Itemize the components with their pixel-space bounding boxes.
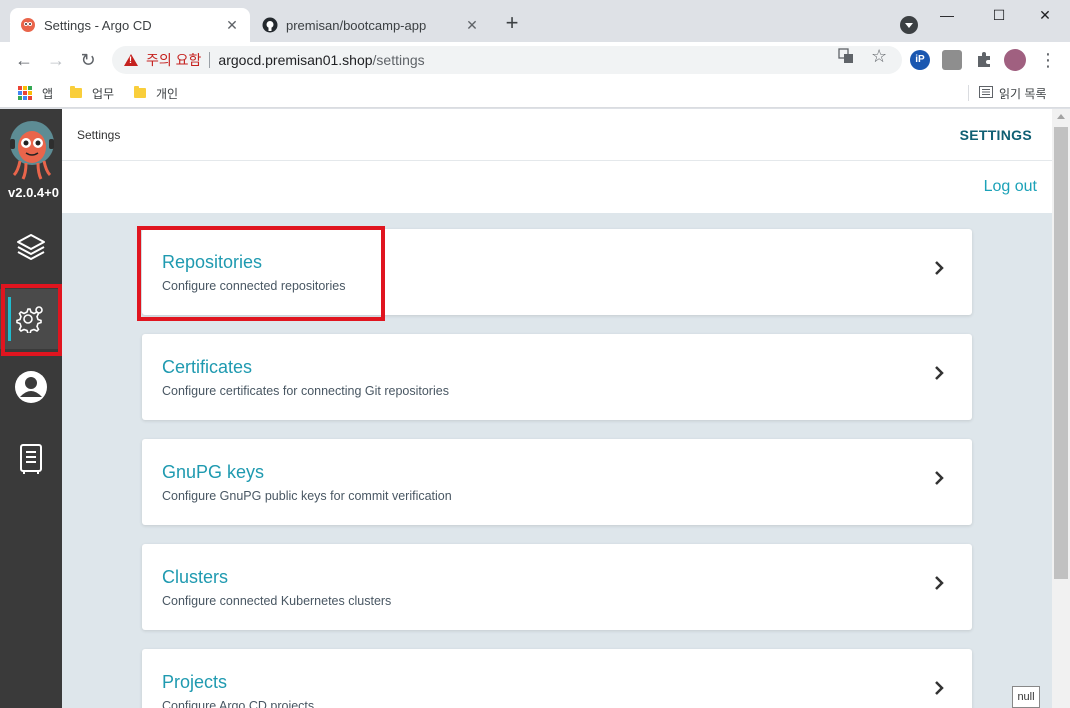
bookmark-folder-personal[interactable]: 개인: [134, 84, 178, 102]
argo-sidebar: v2.0.4+0: [0, 109, 62, 708]
tab-search-icon[interactable]: [900, 16, 918, 34]
top-bar: Settings SETTINGS: [62, 109, 1052, 161]
card-description: Configure GnuPG public keys for commit v…: [162, 489, 452, 503]
bookmark-label: 앱: [42, 86, 54, 101]
action-bar: Log out: [62, 161, 1052, 213]
tab-strip: Settings - Argo CD ✕ premisan/bootcamp-a…: [0, 0, 1070, 42]
page-scrollbar[interactable]: [1052, 109, 1070, 708]
settings-card-certificates[interactable]: Certificates Configure certificates for …: [142, 334, 972, 420]
scroll-thumb[interactable]: [1054, 127, 1068, 579]
nav-user-info[interactable]: [0, 359, 62, 419]
page-title: SETTINGS: [959, 127, 1032, 143]
card-description: Configure certificates for connecting Gi…: [162, 384, 449, 398]
address-bar[interactable]: 주의 요함 argocd.premisan01.shop/settings: [112, 46, 902, 74]
browser-window: Settings - Argo CD ✕ premisan/bootcamp-a…: [0, 0, 1070, 708]
bookmark-apps[interactable]: 앱: [18, 84, 53, 102]
reload-button[interactable]: ↻: [76, 48, 100, 72]
chevron-right-icon: [935, 681, 944, 695]
card-title: Certificates: [162, 357, 253, 377]
settings-card-gnupg-keys[interactable]: GnuPG keys Configure GnuPG public keys f…: [142, 439, 972, 525]
chevron-right-icon: [935, 261, 944, 275]
layers-icon: [15, 231, 47, 268]
nav-applications[interactable]: [0, 219, 62, 279]
chevron-right-icon: [935, 366, 944, 380]
card-description: Configure connected Kubernetes clusters: [162, 594, 392, 608]
card-title: Projects: [162, 672, 228, 692]
folder-icon: [70, 86, 82, 98]
settings-card-clusters[interactable]: Clusters Configure connected Kubernetes …: [142, 544, 972, 630]
scroll-up-icon[interactable]: [1057, 114, 1065, 119]
divider: [968, 85, 969, 101]
tab-title: premisan/bootcamp-app: [286, 17, 427, 33]
logout-link[interactable]: Log out: [984, 178, 1037, 196]
close-tab-icon[interactable]: ✕: [224, 17, 240, 33]
close-window-button[interactable]: ✕: [1022, 4, 1068, 26]
url-host[interactable]: argocd.premisan01.shop: [218, 52, 372, 68]
highlight-box-settings-nav: [1, 284, 62, 356]
null-badge: null: [1012, 686, 1040, 708]
ip-extension-icon[interactable]: iP: [910, 50, 930, 70]
apps-grid-icon: [18, 86, 32, 100]
github-icon: [262, 17, 278, 33]
nav-documentation[interactable]: [0, 431, 62, 491]
close-tab-icon[interactable]: ✕: [464, 17, 480, 33]
reading-list-label: 읽기 목록: [999, 86, 1047, 101]
folder-icon: [134, 86, 146, 98]
argo-main: Settings SETTINGS Log out Repositories C…: [62, 109, 1052, 708]
argo-logo[interactable]: [8, 121, 56, 181]
minimize-button[interactable]: —: [924, 4, 970, 26]
bookmark-label: 업무: [92, 86, 115, 101]
bookmark-folder-work[interactable]: 업무: [70, 84, 114, 102]
reading-list-button[interactable]: 읽기 목록: [968, 84, 1047, 102]
chevron-right-icon: [935, 576, 944, 590]
puzzle-icon[interactable]: [974, 50, 994, 70]
page-viewport: v2.0.4+0 Settings SETTINGS Log out Repos…: [0, 109, 1070, 708]
argo-version: v2.0.4+0: [8, 185, 59, 200]
bookmark-star-icon[interactable]: ☆: [871, 47, 887, 65]
reading-list-icon: [979, 85, 993, 101]
browser-toolbar: ← → ↻ 주의 요함 argocd.premisan01.shop/setti…: [0, 42, 1070, 78]
docs-icon: [18, 443, 44, 480]
translate-icon[interactable]: [838, 48, 854, 64]
chrome-menu-icon[interactable]: ⋮: [1036, 48, 1060, 72]
warning-icon[interactable]: [124, 54, 138, 66]
card-title: Clusters: [162, 567, 229, 587]
back-button[interactable]: ←: [12, 48, 36, 72]
user-icon: [14, 370, 48, 409]
profile-extension-icon[interactable]: [942, 50, 962, 70]
card-title: GnuPG keys: [162, 462, 265, 482]
tab-github[interactable]: premisan/bootcamp-app ✕: [252, 8, 490, 42]
card-description: Configure Argo CD projects: [162, 699, 315, 708]
divider: [209, 52, 211, 68]
settings-card-projects[interactable]: Projects Configure Argo CD projects: [142, 649, 972, 708]
tab-argo-settings[interactable]: Settings - Argo CD ✕: [10, 8, 250, 42]
bookmark-label: 개인: [156, 86, 179, 101]
tab-title: Settings - Argo CD: [44, 17, 152, 33]
breadcrumb[interactable]: Settings: [77, 128, 120, 142]
maximize-button[interactable]: ☐: [976, 4, 1022, 26]
avatar[interactable]: [1004, 49, 1026, 71]
bookmarks-bar: 앱 업무 개인 읽기 목록: [0, 78, 1070, 108]
highlight-box-repositories: [137, 226, 385, 321]
argo-icon: [20, 17, 36, 33]
forward-button[interactable]: →: [44, 48, 68, 72]
url-path[interactable]: /settings: [373, 52, 425, 68]
security-label[interactable]: 주의 요함: [146, 50, 201, 70]
chevron-right-icon: [935, 471, 944, 485]
new-tab-button[interactable]: +: [500, 12, 524, 36]
